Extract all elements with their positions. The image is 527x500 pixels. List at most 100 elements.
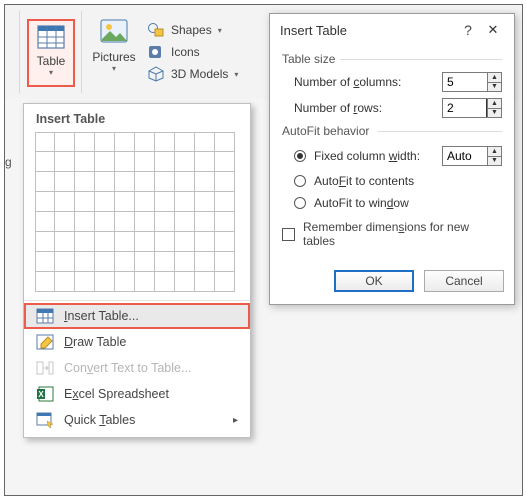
grid-cell[interactable] bbox=[35, 152, 55, 172]
grid-cell[interactable] bbox=[35, 232, 55, 252]
grid-cell[interactable] bbox=[215, 192, 235, 212]
grid-cell[interactable] bbox=[215, 272, 235, 292]
grid-cell[interactable] bbox=[35, 172, 55, 192]
grid-cell[interactable] bbox=[155, 172, 175, 192]
grid-cell[interactable] bbox=[95, 172, 115, 192]
remember-dimensions-checkbox[interactable]: Remember dimensions for new tables bbox=[282, 220, 502, 248]
grid-cell[interactable] bbox=[75, 212, 95, 232]
menu-quick-tables[interactable]: Quick Tables ▸ bbox=[24, 407, 250, 433]
grid-cell[interactable] bbox=[135, 152, 155, 172]
grid-cell[interactable] bbox=[55, 252, 75, 272]
spin-down-icon[interactable]: ▼ bbox=[488, 156, 501, 166]
grid-cell[interactable] bbox=[35, 212, 55, 232]
grid-cell[interactable] bbox=[115, 192, 135, 212]
grid-cell[interactable] bbox=[135, 212, 155, 232]
grid-cell[interactable] bbox=[115, 252, 135, 272]
spin-up-icon[interactable]: ▲ bbox=[488, 147, 501, 156]
menu-insert-table[interactable]: Insert Table... bbox=[24, 303, 250, 329]
grid-cell[interactable] bbox=[115, 232, 135, 252]
grid-cell[interactable] bbox=[175, 132, 195, 152]
grid-cell[interactable] bbox=[175, 252, 195, 272]
help-button[interactable]: ? bbox=[460, 22, 476, 38]
grid-cell[interactable] bbox=[135, 172, 155, 192]
grid-cell[interactable] bbox=[155, 132, 175, 152]
icons-button[interactable]: Icons bbox=[147, 41, 238, 63]
grid-cell[interactable] bbox=[175, 272, 195, 292]
grid-cell[interactable] bbox=[55, 172, 75, 192]
radio-autofit-window[interactable]: AutoFit to window bbox=[294, 196, 502, 210]
menu-draw-table[interactable]: Draw Table bbox=[24, 329, 250, 355]
grid-cell[interactable] bbox=[95, 152, 115, 172]
grid-cell[interactable] bbox=[75, 252, 95, 272]
grid-cell[interactable] bbox=[75, 152, 95, 172]
cancel-button[interactable]: Cancel bbox=[424, 270, 504, 292]
num-rows-spinner[interactable]: ▲▼ bbox=[442, 98, 502, 118]
close-button[interactable]: ✕ bbox=[482, 22, 504, 38]
grid-cell[interactable] bbox=[35, 192, 55, 212]
pictures-button[interactable]: Pictures ▾ bbox=[87, 19, 141, 73]
grid-cell[interactable] bbox=[75, 192, 95, 212]
spin-up-icon[interactable]: ▲ bbox=[488, 73, 501, 82]
num-columns-spinner[interactable]: ▲▼ bbox=[442, 72, 502, 92]
grid-cell[interactable] bbox=[135, 192, 155, 212]
3d-models-button[interactable]: 3D Models ▾ bbox=[147, 63, 238, 85]
table-ribbon-button[interactable]: Table ▾ bbox=[27, 19, 75, 87]
grid-cell[interactable] bbox=[155, 252, 175, 272]
grid-cell[interactable] bbox=[195, 252, 215, 272]
grid-cell[interactable] bbox=[75, 172, 95, 192]
grid-cell[interactable] bbox=[215, 212, 235, 232]
grid-cell[interactable] bbox=[75, 132, 95, 152]
grid-cell[interactable] bbox=[195, 212, 215, 232]
grid-cell[interactable] bbox=[195, 192, 215, 212]
grid-cell[interactable] bbox=[155, 232, 175, 252]
grid-cell[interactable] bbox=[215, 152, 235, 172]
grid-cell[interactable] bbox=[95, 232, 115, 252]
ok-button[interactable]: OK bbox=[334, 270, 414, 292]
spin-up-icon[interactable]: ▲ bbox=[488, 99, 501, 108]
grid-cell[interactable] bbox=[75, 232, 95, 252]
grid-cell[interactable] bbox=[95, 272, 115, 292]
spin-down-icon[interactable]: ▼ bbox=[488, 108, 501, 118]
menu-excel-spreadsheet[interactable]: X Excel Spreadsheet bbox=[24, 381, 250, 407]
radio-fixed-width[interactable]: Fixed column width: ▲▼ bbox=[294, 146, 502, 166]
grid-cell[interactable] bbox=[135, 252, 155, 272]
grid-cell[interactable] bbox=[155, 192, 175, 212]
table-size-grid[interactable] bbox=[35, 132, 239, 292]
grid-cell[interactable] bbox=[115, 172, 135, 192]
fixed-width-spinner[interactable]: ▲▼ bbox=[442, 146, 502, 166]
num-columns-input[interactable] bbox=[443, 73, 487, 91]
grid-cell[interactable] bbox=[135, 132, 155, 152]
shapes-button[interactable]: Shapes ▾ bbox=[147, 19, 238, 41]
spin-down-icon[interactable]: ▼ bbox=[488, 82, 501, 92]
fixed-width-input[interactable] bbox=[443, 147, 487, 165]
grid-cell[interactable] bbox=[75, 272, 95, 292]
grid-cell[interactable] bbox=[215, 232, 235, 252]
grid-cell[interactable] bbox=[95, 252, 115, 272]
grid-cell[interactable] bbox=[195, 172, 215, 192]
grid-cell[interactable] bbox=[135, 232, 155, 252]
grid-cell[interactable] bbox=[175, 212, 195, 232]
grid-cell[interactable] bbox=[35, 272, 55, 292]
grid-cell[interactable] bbox=[195, 132, 215, 152]
grid-cell[interactable] bbox=[195, 152, 215, 172]
grid-cell[interactable] bbox=[115, 152, 135, 172]
grid-cell[interactable] bbox=[215, 132, 235, 152]
grid-cell[interactable] bbox=[215, 252, 235, 272]
grid-cell[interactable] bbox=[55, 212, 75, 232]
grid-cell[interactable] bbox=[175, 152, 195, 172]
grid-cell[interactable] bbox=[55, 192, 75, 212]
grid-cell[interactable] bbox=[155, 212, 175, 232]
grid-cell[interactable] bbox=[175, 232, 195, 252]
grid-cell[interactable] bbox=[35, 132, 55, 152]
grid-cell[interactable] bbox=[175, 192, 195, 212]
grid-cell[interactable] bbox=[55, 232, 75, 252]
grid-cell[interactable] bbox=[135, 272, 155, 292]
grid-cell[interactable] bbox=[175, 172, 195, 192]
radio-autofit-contents[interactable]: AutoFit to contents bbox=[294, 174, 502, 188]
grid-cell[interactable] bbox=[195, 272, 215, 292]
grid-cell[interactable] bbox=[115, 132, 135, 152]
grid-cell[interactable] bbox=[35, 252, 55, 272]
grid-cell[interactable] bbox=[55, 152, 75, 172]
grid-cell[interactable] bbox=[115, 272, 135, 292]
grid-cell[interactable] bbox=[195, 232, 215, 252]
